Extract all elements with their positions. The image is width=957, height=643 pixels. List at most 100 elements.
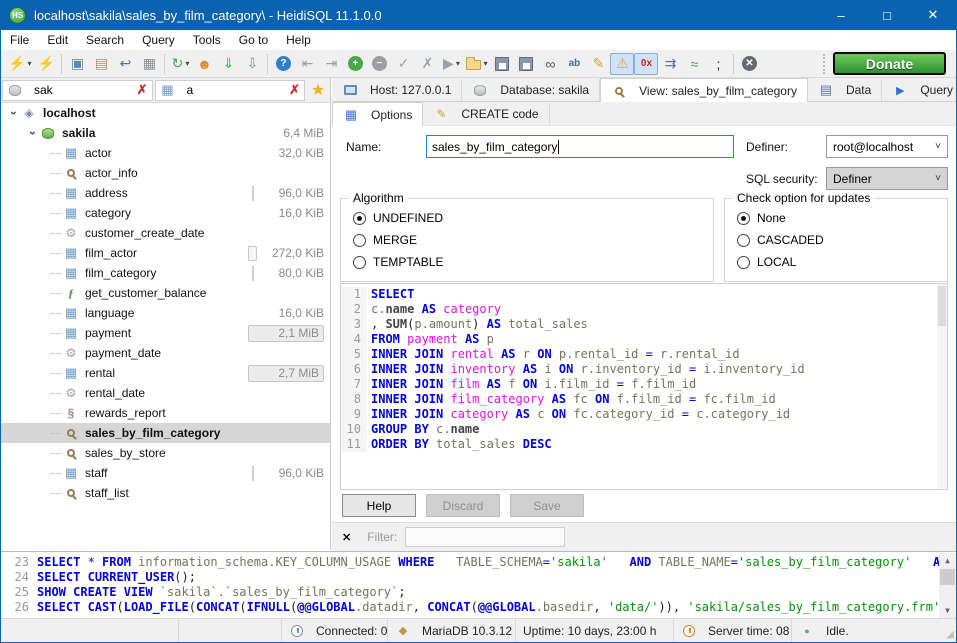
scroll-up-icon[interactable]: ▲ [939,553,956,568]
menu-file[interactable]: File [1,30,38,50]
nav-last-button[interactable]: ⇥ [319,53,343,75]
tree-item-payment_date[interactable]: ⚙payment_date [1,343,330,363]
clear-table-filter-icon[interactable]: ✗ [289,82,300,98]
check-option-option-cascaded[interactable]: CASCADED [725,229,947,251]
delete-row-button[interactable]: − [367,53,391,75]
find-text-button[interactable]: ∞ [538,53,562,75]
tab-view-sales-by-film-category[interactable]: View: sales_by_film_category [600,78,808,102]
editor-scrollbar[interactable] [937,284,947,489]
scroll-down-icon[interactable]: ▼ [939,603,956,618]
close-filter-icon[interactable]: ✕ [342,531,351,544]
subtab-options[interactable]: ▦Options [332,102,423,126]
paste-button[interactable]: ▤ [89,53,113,75]
menu-search[interactable]: Search [77,30,133,50]
cancel-edit-button[interactable]: ✗ [415,53,439,75]
tree-item-rewards_report[interactable]: §rewards_report [1,403,330,423]
save-sql-button[interactable] [490,53,514,75]
log-scrollbar-thumb[interactable] [940,569,955,585]
tree-item-address[interactable]: ▦address96,0 KiB [1,183,330,203]
save-sql-as-button[interactable] [514,53,538,75]
view-name-input[interactable]: sales_by_film_category [426,135,734,158]
tree-item-actor[interactable]: ▦actor32,0 KiB [1,143,330,163]
log-scrollbar[interactable]: ▲ ▼ [939,553,956,618]
table-filter-input[interactable]: ▦ a ✗ [155,80,306,101]
nav-first-button[interactable]: ⇤ [295,53,319,75]
tree-item-film_actor[interactable]: ▦film_actor272,0 KiB [1,243,330,263]
donate-button[interactable]: Donate [833,52,946,75]
tree-item-payment[interactable]: ▦payment2,1 MiB [1,323,330,343]
tree-item-actor_info[interactable]: actor_info [1,163,330,183]
menu-go-to[interactable]: Go to [230,30,277,50]
database-filter-input[interactable]: sak ✗ [2,80,153,101]
definer-select[interactable]: root@localhost ˅ [826,135,948,158]
code-text: INNER JOIN film AS f ON i.film_id = f.fi… [367,377,696,392]
editor-scrollbar-thumb[interactable] [938,286,946,326]
database-icon [40,128,56,139]
algorithm-option-undefined[interactable]: UNDEFINED [341,207,713,229]
tree-guide-line [51,273,61,274]
disconnect-button[interactable]: ⚡ [34,53,58,75]
session-manager-button[interactable]: ⚡▾ [5,53,34,75]
tab-database-sakila[interactable]: Database: sakila [462,79,600,101]
sql-security-select[interactable]: Definer ˅ [826,167,948,190]
tab-host-127-0-0-1[interactable]: Host: 127.0.0.1 [332,79,462,101]
tab-query[interactable]: ▶Query [882,79,957,101]
chevron-expanded-icon[interactable]: › [26,126,40,140]
delimiter-button[interactable]: ; [706,53,730,75]
tree-item-customer_create_date[interactable]: ⚙customer_create_date [1,223,330,243]
chevron-expanded-icon[interactable]: › [7,106,21,120]
tree-item-sales_by_film_category[interactable]: sales_by_film_category [1,423,330,443]
user-manager-button[interactable]: ☻ [192,53,216,75]
tree-item-category[interactable]: ▦category16,0 KiB [1,203,330,223]
tree-item-localhost[interactable]: ›◈localhost [1,103,330,123]
refresh-button[interactable]: ↻▾ [168,53,192,75]
algorithm-option-temptable[interactable]: TEMPTABLE [341,251,713,273]
menu-query[interactable]: Query [133,30,184,50]
subtab-create-code[interactable]: ✎CREATE code [423,103,549,125]
print-button[interactable]: ▦ [137,53,161,75]
minimize-button[interactable]: – [818,0,864,30]
tree-item-sales_by_store[interactable]: sales_by_store [1,443,330,463]
undo-button[interactable]: ↩ [113,53,137,75]
highlight-errors-button[interactable]: ⚠ [610,53,634,75]
filter-input[interactable] [405,527,565,547]
replace-text-button[interactable]: ab [562,53,586,75]
copy-button[interactable]: ▣ [65,53,89,75]
load-sql-file-button[interactable]: ▾ [463,53,490,75]
post-edit-button[interactable]: ✓ [391,53,415,75]
help-button[interactable]: ? [271,53,295,75]
export-database-sql-button[interactable]: ⇓ [216,53,240,75]
tree-item-sakila[interactable]: ›sakila6,4 MiB [1,123,330,143]
tree-item-get_customer_balance[interactable]: ƒget_customer_balance [1,283,330,303]
favorites-star-icon[interactable]: ★ [306,80,330,100]
maximize-button[interactable]: □ [864,0,910,30]
view-binary-as-hex-button[interactable]: 0x [634,53,658,75]
menu-help[interactable]: Help [277,30,320,50]
insert-row-button[interactable]: + [343,53,367,75]
menu-tools[interactable]: Tools [184,30,230,50]
size-label: 272,0 KiB [272,246,324,260]
menu-edit[interactable]: Edit [38,30,77,50]
format-code-button[interactable]: ✎ [586,53,610,75]
stop-process-button[interactable]: ✕ [737,53,761,75]
resize-grip[interactable]: ◢ [946,629,954,640]
tree-item-language[interactable]: ▦language16,0 KiB [1,303,330,323]
tree-item-staff_list[interactable]: staff_list [1,483,330,503]
view-sql-editor[interactable]: 1SELECT2c.name AS category3, SUM(p.amoun… [340,283,948,490]
execute-sql-button[interactable]: ▶▾ [439,53,463,75]
reformat-sql-button[interactable]: ≈ [682,53,706,75]
status-dot-icon: ● [799,626,815,636]
check-option-option-none[interactable]: None [725,207,947,229]
tree-item-rental_date[interactable]: ⚙rental_date [1,383,330,403]
tree-item-rental[interactable]: ▦rental2,7 MiB [1,363,330,383]
tree-item-staff[interactable]: ▦staff96,0 KiB [1,463,330,483]
check-option-option-local[interactable]: LOCAL [725,251,947,273]
indent-button[interactable]: ⇉ [658,53,682,75]
clear-database-filter-icon[interactable]: ✗ [137,82,148,98]
algorithm-option-merge[interactable]: MERGE [341,229,713,251]
tree-item-film_category[interactable]: ▦film_category80,0 KiB [1,263,330,283]
save-snippet-button[interactable]: ⇩ [240,53,264,75]
help-button[interactable]: Help [342,494,416,517]
tab-data[interactable]: ▤Data [808,79,882,101]
close-button[interactable]: ✕ [910,0,956,30]
